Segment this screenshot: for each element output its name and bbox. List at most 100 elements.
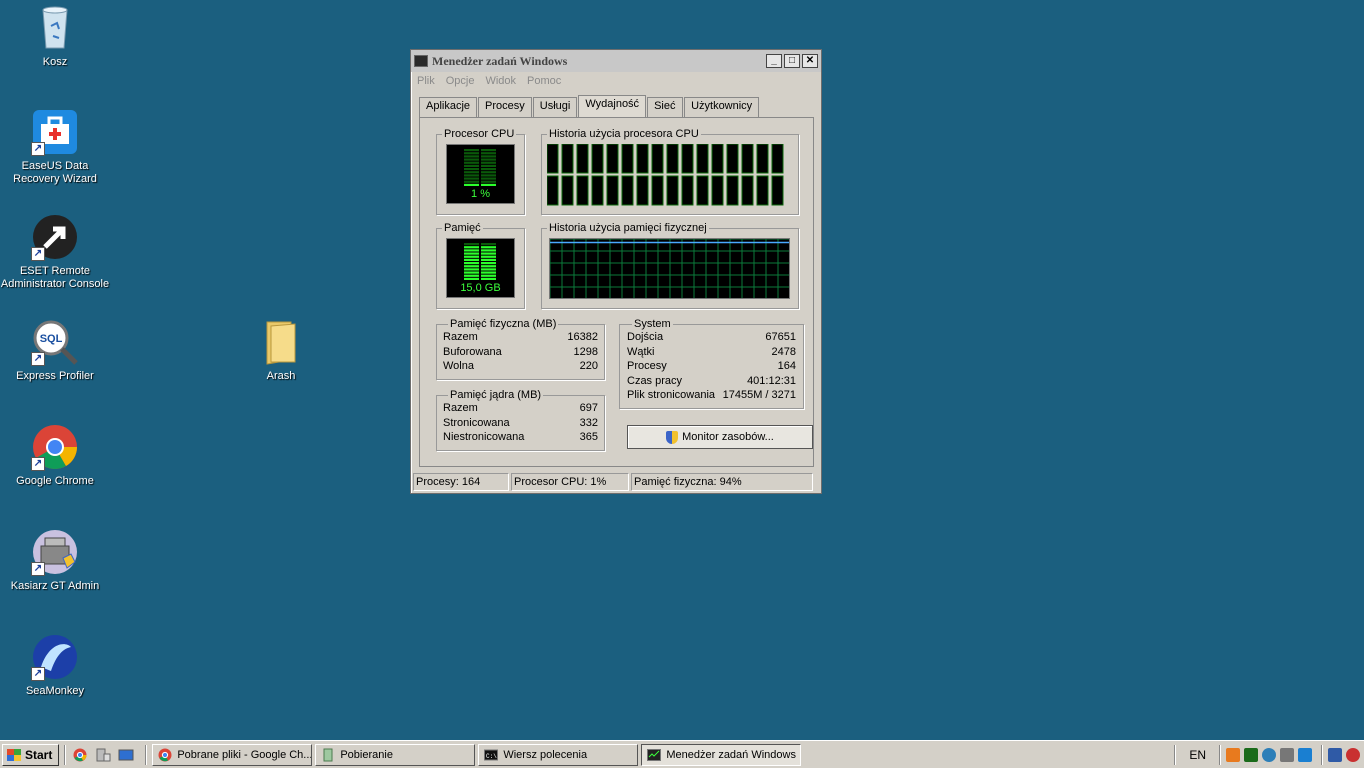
shortcut-arrow-icon: ↗ [31, 352, 45, 366]
cpu-legend: Procesor CPU [444, 128, 515, 140]
meter-segment [464, 277, 479, 280]
meter-segment [464, 158, 479, 161]
cpu-core-graph [636, 175, 649, 206]
menu-file[interactable]: Plik [417, 75, 435, 87]
kernel-memory-row: Razem 697 [443, 401, 598, 416]
start-label: Start [25, 747, 53, 762]
meter-segment [464, 246, 479, 249]
tray-volume-muted-icon[interactable] [1346, 747, 1360, 762]
tab-processes[interactable]: Procesy [478, 97, 532, 117]
system-tray: EN [1169, 744, 1364, 766]
memory-group: Pamięć 15,0 GB [436, 222, 525, 309]
eset-icon: ↗ [31, 213, 79, 261]
shortcut-arrow-icon: ↗ [31, 142, 45, 156]
taskbar-item-chrome[interactable]: Pobrane pliki - Google Ch... [152, 743, 313, 766]
desktop-icon-label: EaseUS Data Recovery Wizard [13, 160, 97, 185]
meter-segment [481, 255, 496, 258]
tray-app-orange-icon[interactable] [1226, 747, 1240, 762]
desktop-icon-express-profiler[interactable]: SQL ↗ Express Profiler [0, 318, 110, 383]
kernel-memory-legend: Pamięć jądra (MB) [450, 389, 542, 401]
cpu-core-graph [591, 143, 604, 174]
system-row: Dojścia 67651 [627, 330, 796, 345]
meter-segment [481, 268, 496, 271]
desktop-icon-seamonkey[interactable]: ↗ SeaMonkey [0, 633, 110, 698]
tray-network-icon[interactable] [1328, 747, 1342, 762]
desktop-icon-easeus[interactable]: ↗ EaseUS Data Recovery Wizard [0, 108, 110, 186]
system-row: Wątki 2478 [627, 345, 796, 360]
row-value: 365 [579, 431, 598, 443]
meter-segment [481, 174, 496, 177]
meter-segment [481, 271, 496, 274]
meter-segment [481, 180, 496, 183]
row-value: 697 [579, 402, 598, 414]
meter-segment [464, 183, 479, 186]
close-button[interactable]: ✕ [802, 54, 818, 68]
meter-segment [481, 164, 496, 167]
easeus-icon: ↗ [31, 108, 79, 156]
cpu-core-graph [726, 143, 739, 174]
tab-users[interactable]: Użytkownicy [684, 97, 760, 117]
tray-task-manager-icon[interactable] [1244, 747, 1258, 762]
quicklaunch-show-desktop-icon[interactable] [117, 746, 135, 764]
tab-services[interactable]: Usługi [532, 97, 578, 117]
meter-segment [481, 155, 496, 158]
cpu-core-graphs [546, 143, 784, 206]
meter-segment [464, 149, 479, 152]
cpu-core-graph [756, 143, 769, 174]
shortcut-arrow-icon: ↗ [31, 562, 45, 576]
desktop-icon-label: ESET Remote Administrator Console [0, 265, 110, 290]
quicklaunch-server-icon[interactable] [94, 746, 112, 764]
title-bar[interactable]: Menedżer zadań Windows _ □ ✕ [411, 50, 821, 72]
row-value: 332 [579, 416, 598, 429]
maximize-button[interactable]: □ [784, 54, 800, 68]
meter-segment [464, 243, 479, 246]
tab-applications[interactable]: Aplikacje [419, 97, 478, 117]
row-label: Razem [443, 402, 478, 414]
minimize-button[interactable]: _ [766, 54, 782, 68]
command-prompt-icon: C:\ [484, 749, 499, 760]
svg-text:SQL: SQL [40, 333, 63, 345]
taskbar-separator [145, 744, 148, 765]
meter-segment [481, 149, 496, 152]
start-button[interactable]: Start [2, 743, 60, 766]
row-value: 16382 [567, 331, 598, 343]
resource-monitor-button[interactable]: Monitor zasobów... [627, 425, 813, 449]
desktop-icon-arash-folder[interactable]: Arash [226, 318, 336, 383]
meter-segment [481, 262, 496, 265]
tray-printer-icon[interactable] [1280, 747, 1294, 762]
quicklaunch-chrome-icon[interactable] [71, 746, 89, 764]
desktop-icon-label: Google Chrome [16, 475, 94, 487]
cpu-core-graph [681, 143, 694, 174]
cpu-core-graph [771, 175, 784, 206]
meter-segment [481, 171, 496, 174]
desktop-icon-label: Kosz [42, 56, 68, 68]
desktop-icon-recycle-bin[interactable]: Kosz [0, 4, 110, 69]
row-label: Razem [443, 331, 478, 343]
tab-network[interactable]: Sieć [647, 97, 684, 117]
row-value: 17455M / 3271 [722, 389, 796, 401]
row-label: Wątki [627, 345, 655, 358]
meter-segment [481, 177, 496, 180]
seamonkey-icon: ↗ [31, 633, 79, 681]
shortcut-arrow-icon: ↗ [31, 667, 45, 681]
desktop-icon-eset[interactable]: ↗ ESET Remote Administrator Console [0, 213, 110, 291]
cpu-meter: 1 % [446, 144, 515, 204]
kernel-memory-row: Stronicowana 332 [443, 416, 598, 431]
chrome-icon: ↗ [31, 423, 79, 471]
language-indicator[interactable]: EN [1189, 748, 1206, 762]
taskbar-item-cmd[interactable]: C:\ Wiersz polecenia [478, 743, 639, 766]
physical-memory-row: Wolna 220 [443, 359, 598, 374]
taskbar-item-task-manager[interactable]: Menedżer zadań Windows [641, 743, 802, 766]
desktop-icon-google-chrome[interactable]: ↗ Google Chrome [0, 423, 110, 488]
tab-performance[interactable]: Wydajność [578, 95, 647, 117]
menu-view[interactable]: Widok [485, 75, 516, 87]
row-label: Czas pracy [627, 374, 683, 387]
tray-eset-icon[interactable] [1262, 747, 1276, 762]
tray-teamviewer-icon[interactable] [1298, 747, 1312, 762]
desktop-icon-kasiarz[interactable]: ↗ Kasiarz GT Admin [0, 528, 110, 593]
menu-help[interactable]: Pomoc [527, 75, 561, 87]
taskbar-item-pobieranie[interactable]: Pobieranie [315, 743, 476, 766]
row-value: 1298 [573, 345, 598, 358]
menu-options[interactable]: Opcje [446, 75, 475, 87]
memory-value: 15,0 GB [460, 282, 501, 294]
